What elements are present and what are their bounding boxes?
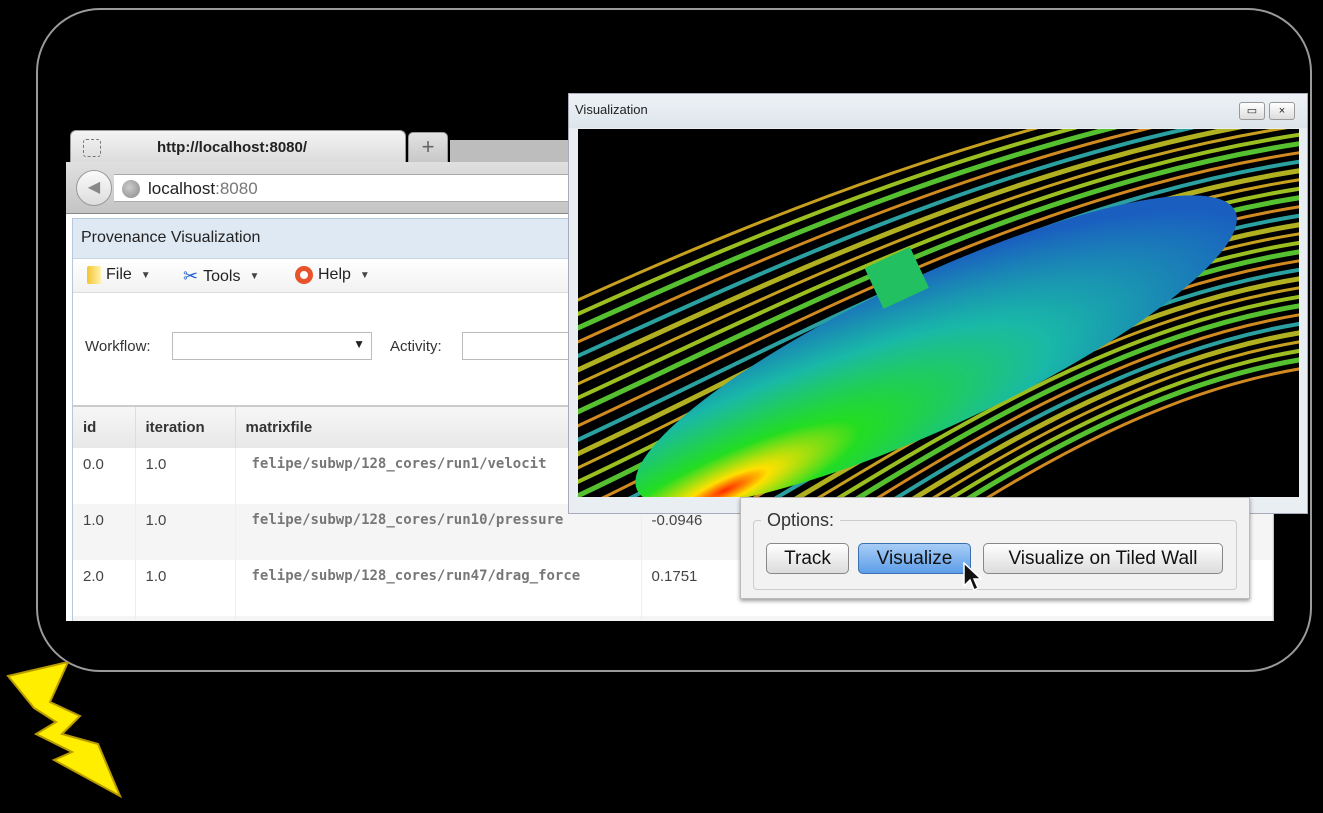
cell-matrixfile: felipe/subwp/128_cores/run47/drag_force (235, 560, 642, 616)
favicon-icon (83, 139, 101, 157)
cell-id: 1.0 (73, 504, 136, 560)
close-button[interactable]: × (1269, 102, 1295, 120)
visualization-window: Visualization ▭ × (568, 93, 1308, 514)
browser-tab[interactable]: http://localhost:8080/ (70, 130, 406, 162)
url-port: :8080 (215, 179, 258, 198)
chevron-down-icon: ▼ (353, 337, 365, 351)
cell-iteration: 1.0 (135, 504, 236, 560)
viz-title-bar[interactable]: Visualization ▭ × (569, 94, 1307, 128)
menu-label: Tools (203, 267, 241, 285)
menu-label: Help (318, 266, 351, 283)
visualization-canvas[interactable] (578, 129, 1299, 497)
menu-file[interactable]: File ▼ (87, 266, 151, 284)
mouse-cursor-icon (963, 562, 983, 592)
maximize-button[interactable]: ▭ (1239, 102, 1265, 120)
tools-icon: ✂ (183, 266, 199, 286)
options-legend: Options: (761, 510, 841, 531)
menu-label: File (106, 266, 132, 283)
lifebuoy-icon (295, 266, 313, 284)
activity-label: Activity: (390, 338, 442, 355)
column-header-id[interactable]: id (73, 405, 136, 448)
table-row[interactable] (73, 616, 1273, 621)
new-tab-button[interactable]: + (408, 132, 448, 162)
workflow-select[interactable]: ▼ (172, 332, 372, 360)
cell-matrixfile (235, 616, 642, 621)
cell-id: 0.0 (73, 448, 136, 504)
visualize-button[interactable]: Visualize (858, 543, 971, 574)
cell-id (73, 616, 136, 621)
viz-title: Visualization (575, 102, 648, 117)
workflow-label: Workflow: (85, 338, 151, 355)
visualize-tiled-wall-button[interactable]: Visualize on Tiled Wall (983, 543, 1223, 574)
lightning-bolt-icon (6, 662, 123, 799)
menu-tools[interactable]: ✂ Tools ▼ (183, 266, 259, 287)
url-host: localhost (148, 179, 216, 198)
cell-iteration (135, 616, 236, 621)
url-text: localhost:8080 (148, 179, 258, 199)
cell-id: 2.0 (73, 560, 136, 616)
tab-title: http://localhost:8080/ (157, 139, 308, 156)
submarine-streamlines-render (578, 129, 1299, 497)
folder-icon (87, 266, 101, 284)
chevron-down-icon: ▼ (359, 269, 370, 281)
back-button[interactable]: ◀ (76, 170, 112, 206)
track-button[interactable]: Track (766, 543, 849, 574)
globe-icon (122, 180, 140, 198)
chevron-down-icon: ▼ (249, 271, 260, 282)
menu-help[interactable]: Help ▼ (295, 266, 370, 284)
cell-iteration: 1.0 (135, 560, 236, 616)
chevron-down-icon: ▼ (140, 269, 151, 281)
cell-value (641, 616, 1273, 621)
column-header-iteration[interactable]: iteration (135, 405, 236, 448)
options-panel: Options: Track Visualize Visualize on Ti… (740, 497, 1250, 599)
cell-iteration: 1.0 (135, 448, 236, 504)
